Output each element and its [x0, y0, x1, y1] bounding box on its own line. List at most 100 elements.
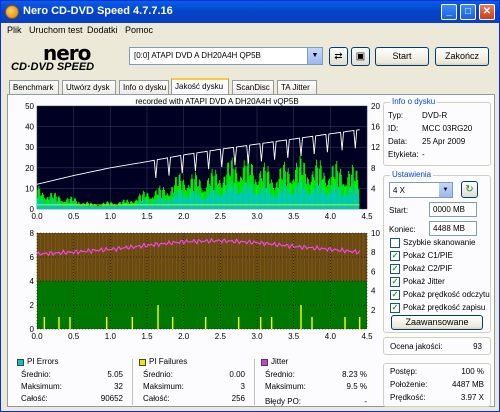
- position-label: Położenie:: [390, 380, 428, 389]
- disc-swap-icon: ⇄: [334, 51, 343, 62]
- quality-value: 93: [473, 342, 482, 351]
- y-right-tick-label: 2: [371, 306, 376, 315]
- pi-failures-stats: PI Failures Średnio: 0.00 Maksimum: 3 Ca…: [139, 357, 249, 407]
- tab-benchmark[interactable]: Benchmark: [9, 80, 59, 94]
- position-value: 4487 MB: [451, 380, 484, 389]
- x-tick-label: 3.5: [288, 212, 300, 221]
- minimize-button[interactable]: _: [441, 4, 457, 20]
- x-tick-label: 4.0: [325, 332, 337, 341]
- menu-uruchom-test[interactable]: Uruchom test: [29, 25, 83, 35]
- progress-value: 100 %: [461, 367, 484, 376]
- disc-id-value: MCC 03RG20: [422, 124, 473, 133]
- settings-heading: Ustawienia: [390, 170, 434, 179]
- toolbar: nero CD·DVD SPEED [0:0] ATAPI DVD A DH20…: [1, 39, 499, 79]
- end-input[interactable]: 4488 MB: [429, 221, 477, 236]
- y-right-tick-label: 6: [371, 267, 376, 276]
- quality-group: Ocena jakości: 93: [383, 337, 491, 355]
- quick-scan-label: Szybkie skanowanie: [403, 238, 476, 247]
- floppy-icon: ▣: [355, 51, 366, 62]
- tab-ta-jitter[interactable]: TA Jitter: [277, 80, 317, 94]
- chevron-down-icon[interactable]: ▼: [439, 183, 452, 197]
- close-button[interactable]: ✕: [479, 4, 495, 20]
- drive-select[interactable]: [0:0] ATAPI DVD A DH20A4H QP5B ▼: [129, 47, 323, 65]
- x-tick-label: 4.5: [361, 212, 373, 221]
- logo-subtitle: CD·DVD SPEED: [11, 61, 95, 73]
- show-c2-checkbox[interactable]: ✓: [390, 264, 400, 274]
- pi-errors-stats: PI Errors Średnio: 5.05 Maksimum: 32 Cał…: [17, 357, 127, 407]
- speed-select[interactable]: 4 X ▼: [389, 182, 453, 198]
- disc-info-group: Info o dysku Typ: DVD-R ID: MCC 03RG20 D…: [383, 97, 491, 166]
- x-tick-label: 2.0: [178, 212, 190, 221]
- jitter-max-value: 9.5 %: [346, 382, 367, 391]
- jitter-color-swatch: [261, 359, 268, 366]
- jitter-po-label: Błędy PO:: [265, 397, 302, 406]
- pi-errors-max-label: Maksimum:: [21, 382, 62, 391]
- speed-select-value: 4 X: [393, 186, 406, 195]
- start-input[interactable]: 0000 MB: [429, 202, 477, 217]
- y-right-tick-label: 20: [371, 102, 380, 111]
- title-bar[interactable]: Nero CD-DVD Speed 4.7.7.16 _ □ ✕: [1, 1, 499, 23]
- jitter-avg-value: 8.23 %: [342, 370, 367, 379]
- window-title: Nero CD-DVD Speed 4.7.7.16: [23, 5, 173, 17]
- show-c2-label: Pokaż C2/PIF: [403, 264, 453, 273]
- menu-bar: Plik Uruchom test Dodatki Pomoc: [1, 23, 499, 39]
- refresh-icon: ↻: [465, 184, 474, 195]
- disc-date-value: 25 Apr 2009: [422, 137, 466, 146]
- speed-value: 3.97 X: [460, 393, 484, 402]
- disc-date-label: Data:: [388, 137, 408, 146]
- y-left-tick-label: 10: [25, 184, 34, 193]
- advanced-button[interactable]: Zaawansowane: [391, 315, 483, 330]
- tab-scandisc[interactable]: ScanDisc: [232, 80, 274, 94]
- pi-errors-max-value: 32: [114, 382, 123, 391]
- chart-top-caption: recorded with ATAPI DVD A DH20A4H vQP5B: [135, 97, 298, 106]
- jitter-stats: Jitter Średnio: 8.23 % Maksimum: 9.5 % B…: [261, 357, 371, 407]
- show-c1-label: Pokaż C1/PIE: [403, 251, 453, 260]
- chevron-down-icon[interactable]: ▼: [307, 48, 322, 64]
- refresh-button[interactable]: ↻: [461, 181, 478, 198]
- x-tick-label: 3.5: [288, 332, 300, 341]
- pi-errors-heading: PI Errors: [27, 357, 59, 366]
- y-right-tick-label: 12: [371, 143, 380, 152]
- show-jitter-checkbox[interactable]: ✓: [390, 277, 400, 287]
- pi-errors-avg-label: Średnio:: [21, 370, 51, 379]
- disc-id-label: ID:: [388, 124, 399, 133]
- y-right-tick-label: 10: [371, 229, 380, 238]
- show-write-checkbox[interactable]: ✓: [390, 303, 400, 313]
- x-tick-label: 2.5: [215, 332, 227, 341]
- menu-dodatki[interactable]: Dodatki: [87, 25, 118, 35]
- stop-button[interactable]: Zakończ: [435, 47, 489, 66]
- start-button[interactable]: Start: [375, 47, 429, 66]
- tab-jakosc-dysku[interactable]: Jakość dysku: [171, 78, 229, 94]
- stats-divider: [254, 359, 255, 405]
- tab-utworz-dysk[interactable]: Utwórz dysk: [62, 80, 116, 94]
- pi-errors-total-label: Całość:: [21, 394, 48, 403]
- disc-info-heading: Info o dysku: [390, 97, 438, 106]
- maximize-button[interactable]: □: [460, 4, 476, 20]
- app-window: Nero CD-DVD Speed 4.7.7.16 _ □ ✕ Plik Ur…: [0, 0, 500, 412]
- y-left-tick-label: 0: [30, 325, 35, 334]
- show-c1-checkbox[interactable]: ✓: [390, 251, 400, 261]
- eject-button[interactable]: ⇄: [329, 47, 348, 66]
- y-right-tick-label: 4: [371, 287, 376, 296]
- quick-scan-checkbox[interactable]: [390, 238, 400, 248]
- tab-info-o-dysku[interactable]: Info o dysku: [119, 80, 169, 94]
- show-read-checkbox[interactable]: ✓: [390, 290, 400, 300]
- y-left-tick-label: 30: [25, 143, 34, 152]
- pi-failures-heading: PI Failures: [149, 357, 188, 366]
- x-tick-label: 1.5: [141, 212, 153, 221]
- save-button[interactable]: ▣: [351, 47, 370, 66]
- x-tick-label: 1.0: [105, 212, 117, 221]
- x-tick-label: 3.0: [251, 212, 263, 221]
- y-right-tick-label: 16: [371, 123, 380, 132]
- pi-failures-total-value: 256: [231, 394, 245, 403]
- progress-label: Postęp:: [390, 367, 418, 376]
- disc-type-label: Typ:: [388, 111, 404, 120]
- disc-type-value: DVD-R: [422, 111, 448, 120]
- show-jitter-label: Pokaż Jitter: [403, 277, 445, 286]
- disc-label-label: Etykieta:: [388, 150, 419, 159]
- menu-plik[interactable]: Plik: [7, 25, 22, 35]
- jitter-avg-label: Średnio:: [265, 370, 295, 379]
- menu-pomoc[interactable]: Pomoc: [125, 25, 153, 35]
- x-tick-label: 2.0: [178, 332, 190, 341]
- pi-failures-max-label: Maksimum:: [143, 382, 184, 391]
